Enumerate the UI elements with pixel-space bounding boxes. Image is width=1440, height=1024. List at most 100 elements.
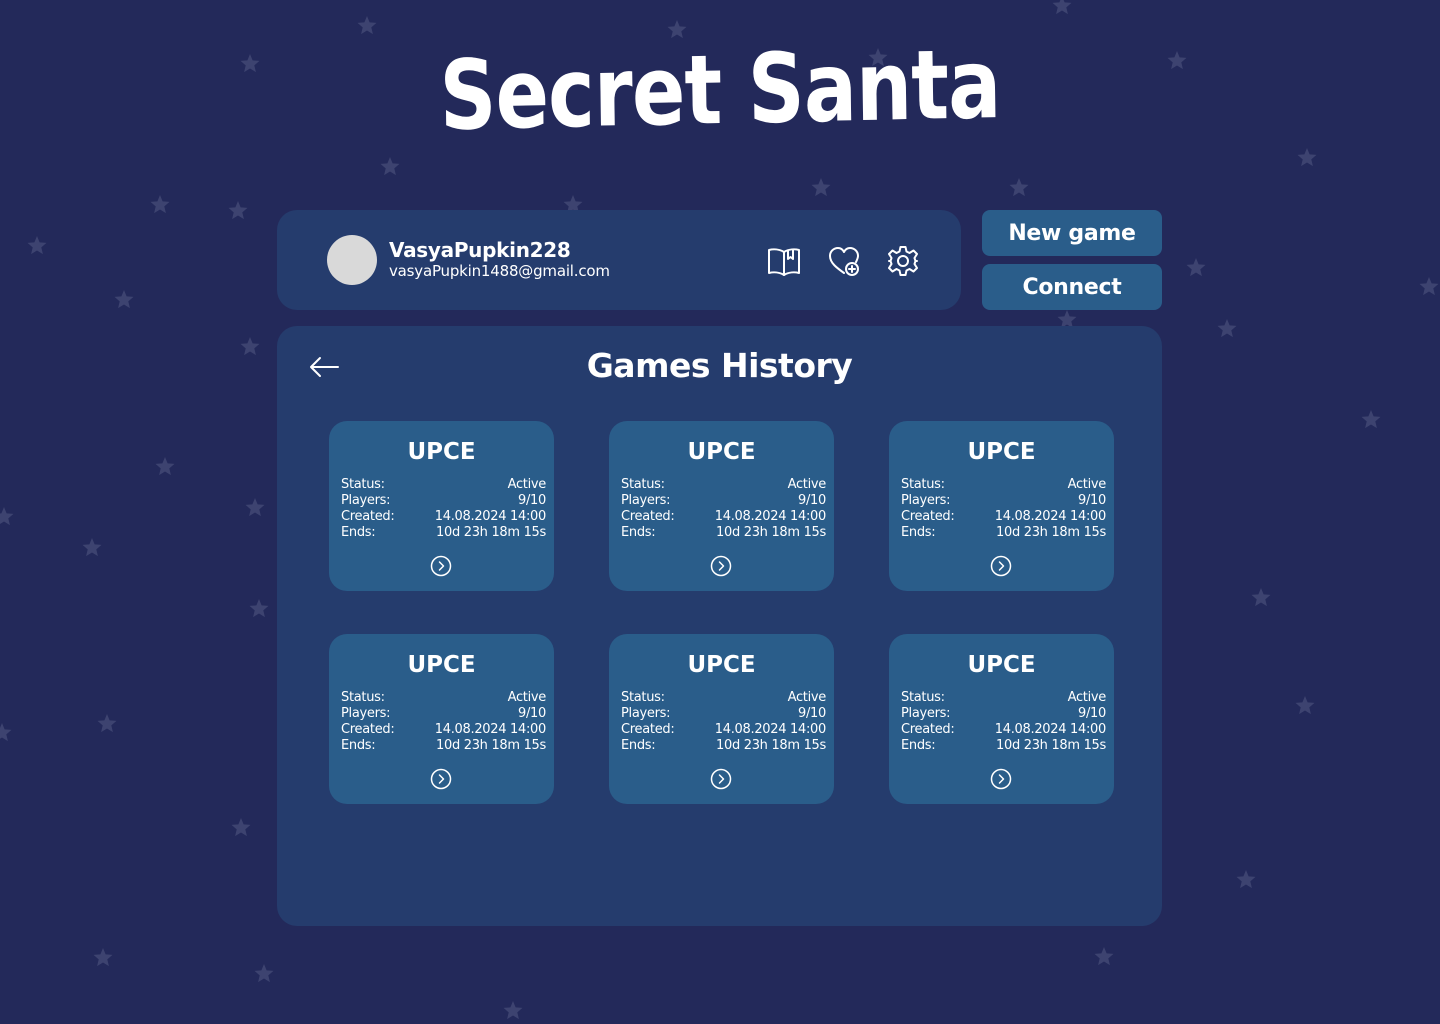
game-status-label: Status:: [901, 690, 945, 705]
star-decoration: [150, 195, 170, 214]
star-decoration: [0, 507, 14, 526]
game-ends-row: Ends: 10d 23h 18m 15s: [901, 738, 1106, 754]
game-name: UPCE: [687, 439, 756, 465]
game-created-value: 14.08.2024 14:00: [434, 722, 547, 737]
star-decoration: [1419, 277, 1439, 296]
game-created-value: 14.08.2024 14:00: [994, 509, 1107, 524]
game-ends-row: Ends: 10d 23h 18m 15s: [341, 738, 546, 754]
game-players-label: Players:: [341, 493, 391, 508]
game-players-label: Players:: [621, 493, 671, 508]
star-decoration: [97, 714, 117, 733]
game-card[interactable]: UPCE Status: Active Players: 9/10 Created: 14.…: [609, 634, 834, 804]
avatar[interactable]: [327, 235, 377, 285]
game-created-label: Created:: [341, 509, 395, 524]
game-created-value: 14.08.2024 14:00: [434, 509, 547, 524]
game-ends-value: 10d 23h 18m 15s: [996, 738, 1106, 753]
chevron-right-circle-icon[interactable]: [430, 555, 452, 577]
game-ends-value: 10d 23h 18m 15s: [716, 525, 826, 540]
game-status-value: Active: [1067, 690, 1107, 705]
star-decoration: [1052, 0, 1072, 15]
game-players-label: Players:: [901, 706, 951, 721]
game-players-row: Players: 9/10: [621, 706, 826, 722]
star-decoration: [254, 964, 274, 983]
game-players-label: Players:: [901, 493, 951, 508]
user-email: vasyaPupkin1488@gmail.com: [389, 262, 610, 280]
chevron-right-circle-icon[interactable]: [990, 768, 1012, 790]
chevron-right-circle-icon[interactable]: [990, 555, 1012, 577]
app-title: Secret Santa: [438, 28, 1002, 152]
chevron-right-circle-icon[interactable]: [710, 555, 732, 577]
star-decoration: [231, 818, 251, 837]
star-decoration: [1236, 870, 1256, 889]
game-players-value: 9/10: [518, 706, 546, 721]
game-created-row: Created: 14.08.2024 14:00: [341, 722, 546, 738]
page-title: Games History: [586, 346, 853, 385]
game-players-row: Players: 9/10: [341, 493, 546, 509]
games-history-panel: Games History UPCE Status: Active Players: 9…: [277, 326, 1162, 926]
game-players-label: Players:: [621, 706, 671, 721]
game-ends-label: Ends:: [621, 738, 656, 753]
game-created-row: Created: 14.08.2024 14:00: [621, 509, 826, 525]
game-status-value: Active: [507, 690, 547, 705]
game-created-value: 14.08.2024 14:00: [714, 722, 827, 737]
chevron-right-circle-icon[interactable]: [430, 768, 452, 790]
game-players-value: 9/10: [518, 493, 546, 508]
star-decoration: [249, 599, 269, 618]
game-players-row: Players: 9/10: [341, 706, 546, 722]
game-status-label: Status:: [621, 477, 665, 492]
game-created-row: Created: 14.08.2024 14:00: [621, 722, 826, 738]
game-status-row: Status: Active: [341, 477, 546, 493]
game-ends-value: 10d 23h 18m 15s: [996, 525, 1106, 540]
game-status-value: Active: [1067, 477, 1107, 492]
star-decoration: [240, 337, 260, 356]
star-decoration: [155, 457, 175, 476]
star-decoration: [1251, 588, 1271, 607]
game-card[interactable]: UPCE Status: Active Players: 9/10 Created: 14.…: [889, 421, 1114, 591]
game-ends-label: Ends:: [901, 525, 936, 540]
game-name: UPCE: [407, 652, 476, 678]
game-created-row: Created: 14.08.2024 14:00: [901, 722, 1106, 738]
game-ends-value: 10d 23h 18m 15s: [716, 738, 826, 753]
game-created-row: Created: 14.08.2024 14:00: [901, 509, 1106, 525]
game-ends-label: Ends:: [621, 525, 656, 540]
game-players-value: 9/10: [798, 706, 826, 721]
game-players-row: Players: 9/10: [901, 493, 1106, 509]
heart-plus-icon[interactable]: [826, 243, 862, 279]
game-created-value: 14.08.2024 14:00: [714, 509, 827, 524]
star-decoration: [1009, 178, 1029, 197]
game-players-row: Players: 9/10: [621, 493, 826, 509]
star-decoration: [93, 948, 113, 967]
game-created-label: Created:: [901, 509, 955, 524]
chevron-right-circle-icon[interactable]: [710, 768, 732, 790]
game-created-label: Created:: [341, 722, 395, 737]
game-players-value: 9/10: [1078, 706, 1106, 721]
game-name: UPCE: [407, 439, 476, 465]
game-ends-label: Ends:: [341, 525, 376, 540]
star-decoration: [82, 538, 102, 557]
game-card[interactable]: UPCE Status: Active Players: 9/10 Created: 14.…: [609, 421, 834, 591]
game-card[interactable]: UPCE Status: Active Players: 9/10 Created: 14.…: [329, 634, 554, 804]
game-status-label: Status:: [341, 477, 385, 492]
game-status-row: Status: Active: [901, 690, 1106, 706]
game-ends-row: Ends: 10d 23h 18m 15s: [621, 738, 826, 754]
new-game-button[interactable]: New game: [982, 210, 1162, 256]
game-players-value: 9/10: [798, 493, 826, 508]
gear-icon[interactable]: [885, 243, 921, 279]
book-icon[interactable]: [766, 243, 802, 279]
star-decoration: [357, 16, 377, 35]
game-card[interactable]: UPCE Status: Active Players: 9/10 Created: 14.…: [329, 421, 554, 591]
game-status-label: Status:: [901, 477, 945, 492]
star-decoration: [380, 157, 400, 176]
star-decoration: [503, 1001, 523, 1020]
game-created-row: Created: 14.08.2024 14:00: [341, 509, 546, 525]
star-decoration: [1297, 148, 1317, 167]
game-card[interactable]: UPCE Status: Active Players: 9/10 Created: 14.…: [889, 634, 1114, 804]
star-decoration: [1295, 696, 1315, 715]
connect-button[interactable]: Connect: [982, 264, 1162, 310]
game-players-value: 9/10: [1078, 493, 1106, 508]
game-status-value: Active: [507, 477, 547, 492]
game-status-label: Status:: [621, 690, 665, 705]
star-decoration: [811, 178, 831, 197]
game-players-row: Players: 9/10: [901, 706, 1106, 722]
game-name: UPCE: [687, 652, 756, 678]
